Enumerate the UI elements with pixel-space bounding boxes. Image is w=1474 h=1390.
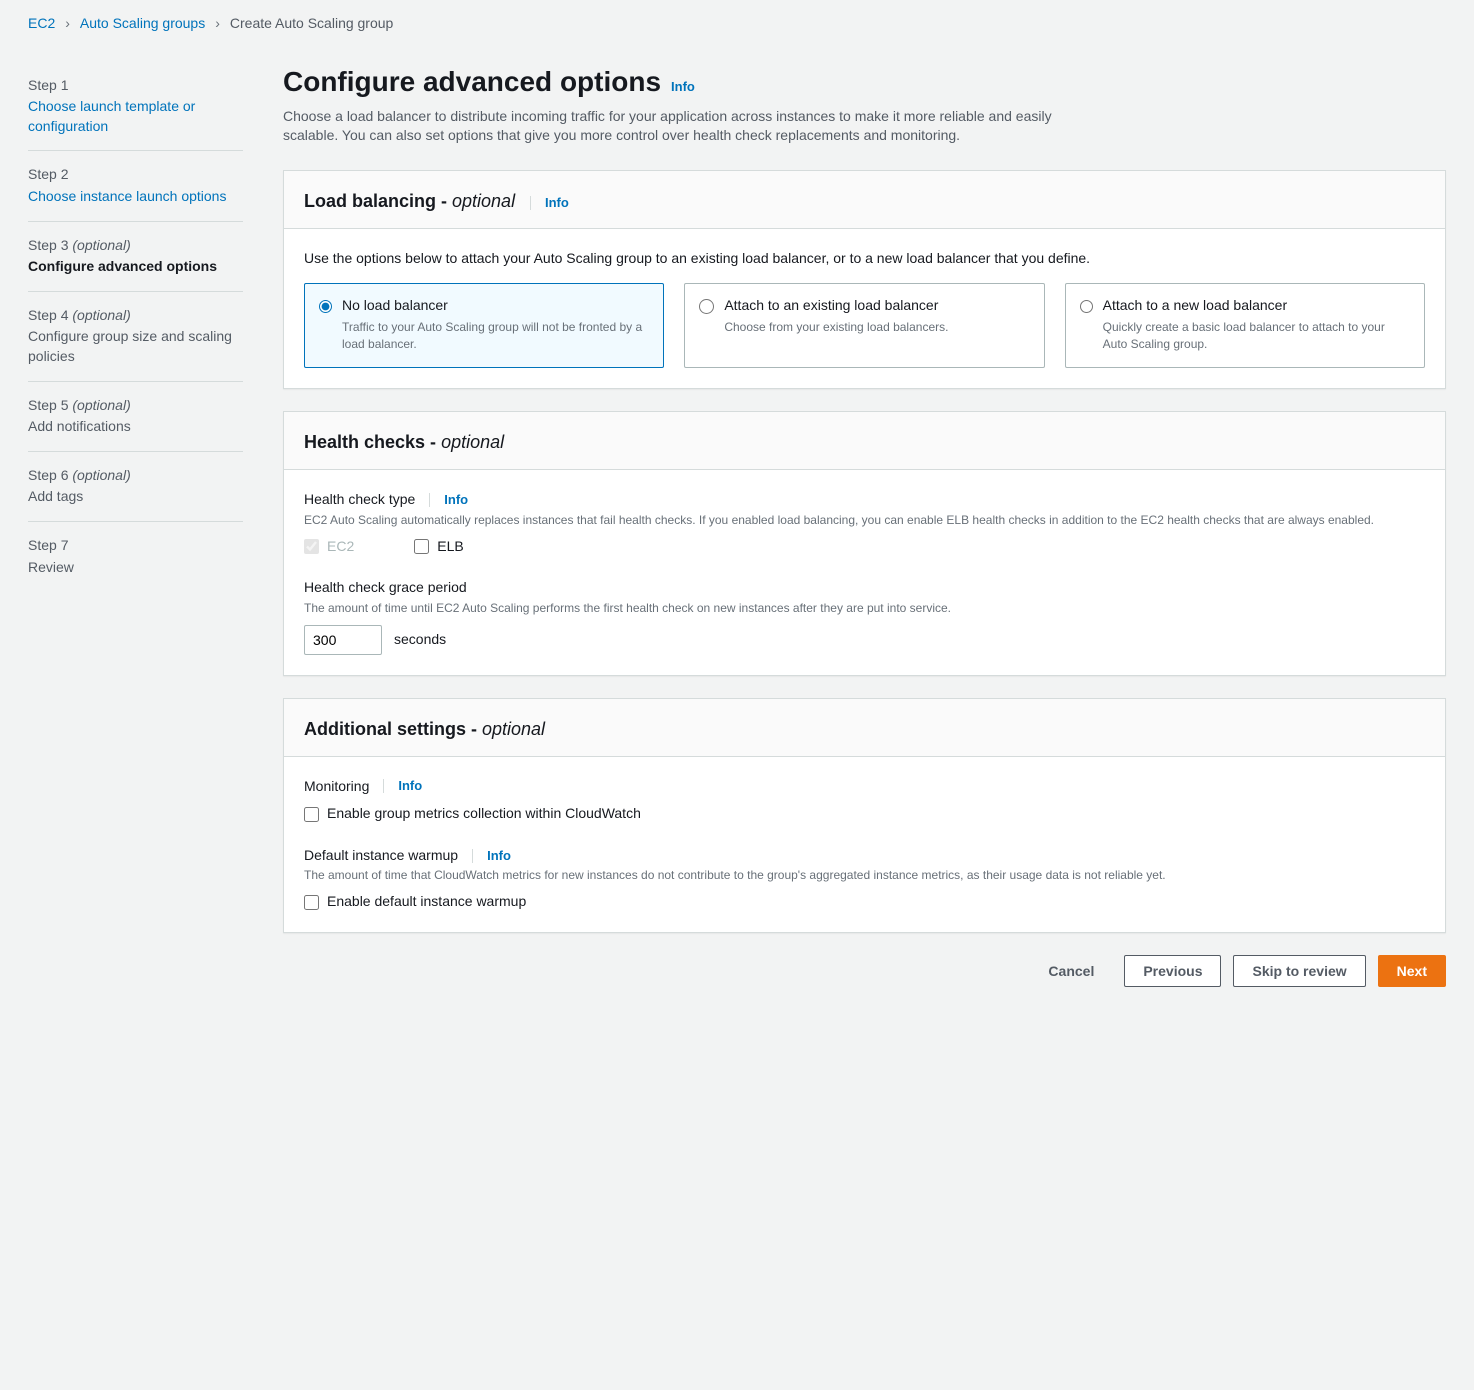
wizard-steps: Step 1Choose launch template or configur… (28, 62, 243, 987)
step-label: Step 1 (28, 76, 243, 96)
breadcrumb-current: Create Auto Scaling group (230, 14, 393, 34)
lb-option-radio-2[interactable] (1080, 299, 1093, 314)
additional-optional: optional (482, 719, 545, 739)
wizard-step-3: Step 3 (optional)Configure advanced opti… (28, 222, 243, 292)
health-heading: Health checks - (304, 432, 441, 452)
warmup-check-label: Enable default instance warmup (327, 892, 526, 912)
monitoring-info-link[interactable]: Info (398, 777, 422, 795)
monitoring-label: Monitoring (304, 777, 369, 797)
lb-option-tile-2[interactable]: Attach to a new load balancer Quickly cre… (1065, 283, 1425, 368)
wizard-footer: Cancel Previous Skip to review Next (283, 955, 1446, 987)
step-optional-label: (optional) (72, 307, 130, 323)
lb-option-desc: Traffic to your Auto Scaling group will … (342, 319, 649, 353)
grace-period-input[interactable] (304, 625, 382, 655)
load-balancing-panel: Load balancing - optional Info Use the o… (283, 170, 1446, 389)
step-optional-label: (optional) (72, 237, 130, 253)
health-ec2-checkbox (304, 539, 319, 554)
step-label: Step 3 (optional) (28, 236, 243, 256)
lb-option-desc: Quickly create a basic load balancer to … (1103, 319, 1410, 353)
lb-intro: Use the options below to attach your Aut… (304, 249, 1425, 269)
step-label: Step 6 (optional) (28, 466, 243, 486)
grace-desc: The amount of time until EC2 Auto Scalin… (304, 600, 1425, 617)
lb-option-tile-1[interactable]: Attach to an existing load balancer Choos… (684, 283, 1044, 368)
chevron-right-icon: › (65, 14, 70, 34)
breadcrumb-asg[interactable]: Auto Scaling groups (80, 14, 205, 34)
health-type-info-link[interactable]: Info (444, 491, 468, 509)
grace-label: Health check grace period (304, 578, 1425, 598)
lb-info-link[interactable]: Info (545, 195, 569, 210)
warmup-checkbox-row[interactable]: Enable default instance warmup (304, 892, 1425, 912)
chevron-right-icon: › (215, 14, 220, 34)
next-button[interactable]: Next (1378, 955, 1446, 987)
step-title: Add tags (28, 487, 243, 507)
breadcrumb: EC2 › Auto Scaling groups › Create Auto … (28, 14, 1446, 34)
monitoring-check-label: Enable group metrics collection within C… (327, 804, 641, 824)
lb-option-title: No load balancer (342, 296, 649, 316)
wizard-step-2[interactable]: Step 2Choose instance launch options (28, 151, 243, 221)
wizard-step-7: Step 7Review (28, 522, 243, 591)
step-label: Step 5 (optional) (28, 396, 243, 416)
warmup-info-link[interactable]: Info (487, 847, 511, 865)
health-elb-checkbox[interactable] (414, 539, 429, 554)
monitoring-checkbox[interactable] (304, 807, 319, 822)
page-title: Configure advanced options (283, 62, 661, 101)
additional-heading: Additional settings - (304, 719, 482, 739)
health-type-desc: EC2 Auto Scaling automatically replaces … (304, 512, 1425, 529)
step-label: Step 4 (optional) (28, 306, 243, 326)
step-label: Step 7 (28, 536, 243, 556)
wizard-step-6: Step 6 (optional)Add tags (28, 452, 243, 522)
wizard-step-5: Step 5 (optional)Add notifications (28, 382, 243, 452)
health-elb-label: ELB (437, 537, 463, 557)
lb-option-title: Attach to an existing load balancer (724, 296, 948, 316)
wizard-step-1[interactable]: Step 1Choose launch template or configur… (28, 62, 243, 152)
step-optional-label: (optional) (72, 397, 130, 413)
warmup-checkbox[interactable] (304, 895, 319, 910)
step-title[interactable]: Choose instance launch options (28, 187, 243, 207)
lb-option-radio-0[interactable] (319, 299, 332, 314)
step-optional-label: (optional) (72, 467, 130, 483)
grace-seconds-label: seconds (394, 630, 446, 650)
health-ec2-checkbox-row: EC2 (304, 537, 354, 557)
additional-settings-panel: Additional settings - optional Monitorin… (283, 698, 1446, 933)
health-ec2-label: EC2 (327, 537, 354, 557)
lb-option-title: Attach to a new load balancer (1103, 296, 1410, 316)
lb-option-tile-0[interactable]: No load balancer Traffic to your Auto Sca… (304, 283, 664, 368)
warmup-desc: The amount of time that CloudWatch metri… (304, 867, 1425, 884)
lb-option-radio-1[interactable] (699, 299, 714, 314)
step-label: Step 2 (28, 165, 243, 185)
step-title: Configure advanced options (28, 257, 243, 277)
health-checks-panel: Health checks - optional Health check ty… (283, 411, 1446, 676)
health-elb-checkbox-row[interactable]: ELB (414, 537, 463, 557)
lb-option-desc: Choose from your existing load balancers… (724, 319, 948, 336)
page-title-info-link[interactable]: Info (671, 78, 695, 96)
skip-to-review-button[interactable]: Skip to review (1233, 955, 1365, 987)
step-title: Configure group size and scaling policie… (28, 327, 243, 366)
page-description: Choose a load balancer to distribute inc… (283, 107, 1103, 146)
step-title: Add notifications (28, 417, 243, 437)
cancel-button[interactable]: Cancel (1030, 956, 1112, 986)
lb-optional: optional (452, 191, 515, 211)
monitoring-checkbox-row[interactable]: Enable group metrics collection within C… (304, 804, 1425, 824)
breadcrumb-ec2[interactable]: EC2 (28, 14, 55, 34)
step-title: Review (28, 558, 243, 578)
wizard-step-4: Step 4 (optional)Configure group size an… (28, 292, 243, 382)
warmup-label: Default instance warmup (304, 846, 458, 866)
health-optional: optional (441, 432, 504, 452)
health-type-label: Health check type (304, 490, 415, 510)
previous-button[interactable]: Previous (1124, 955, 1221, 987)
lb-heading: Load balancing - (304, 191, 452, 211)
step-title[interactable]: Choose launch template or configuration (28, 97, 243, 136)
